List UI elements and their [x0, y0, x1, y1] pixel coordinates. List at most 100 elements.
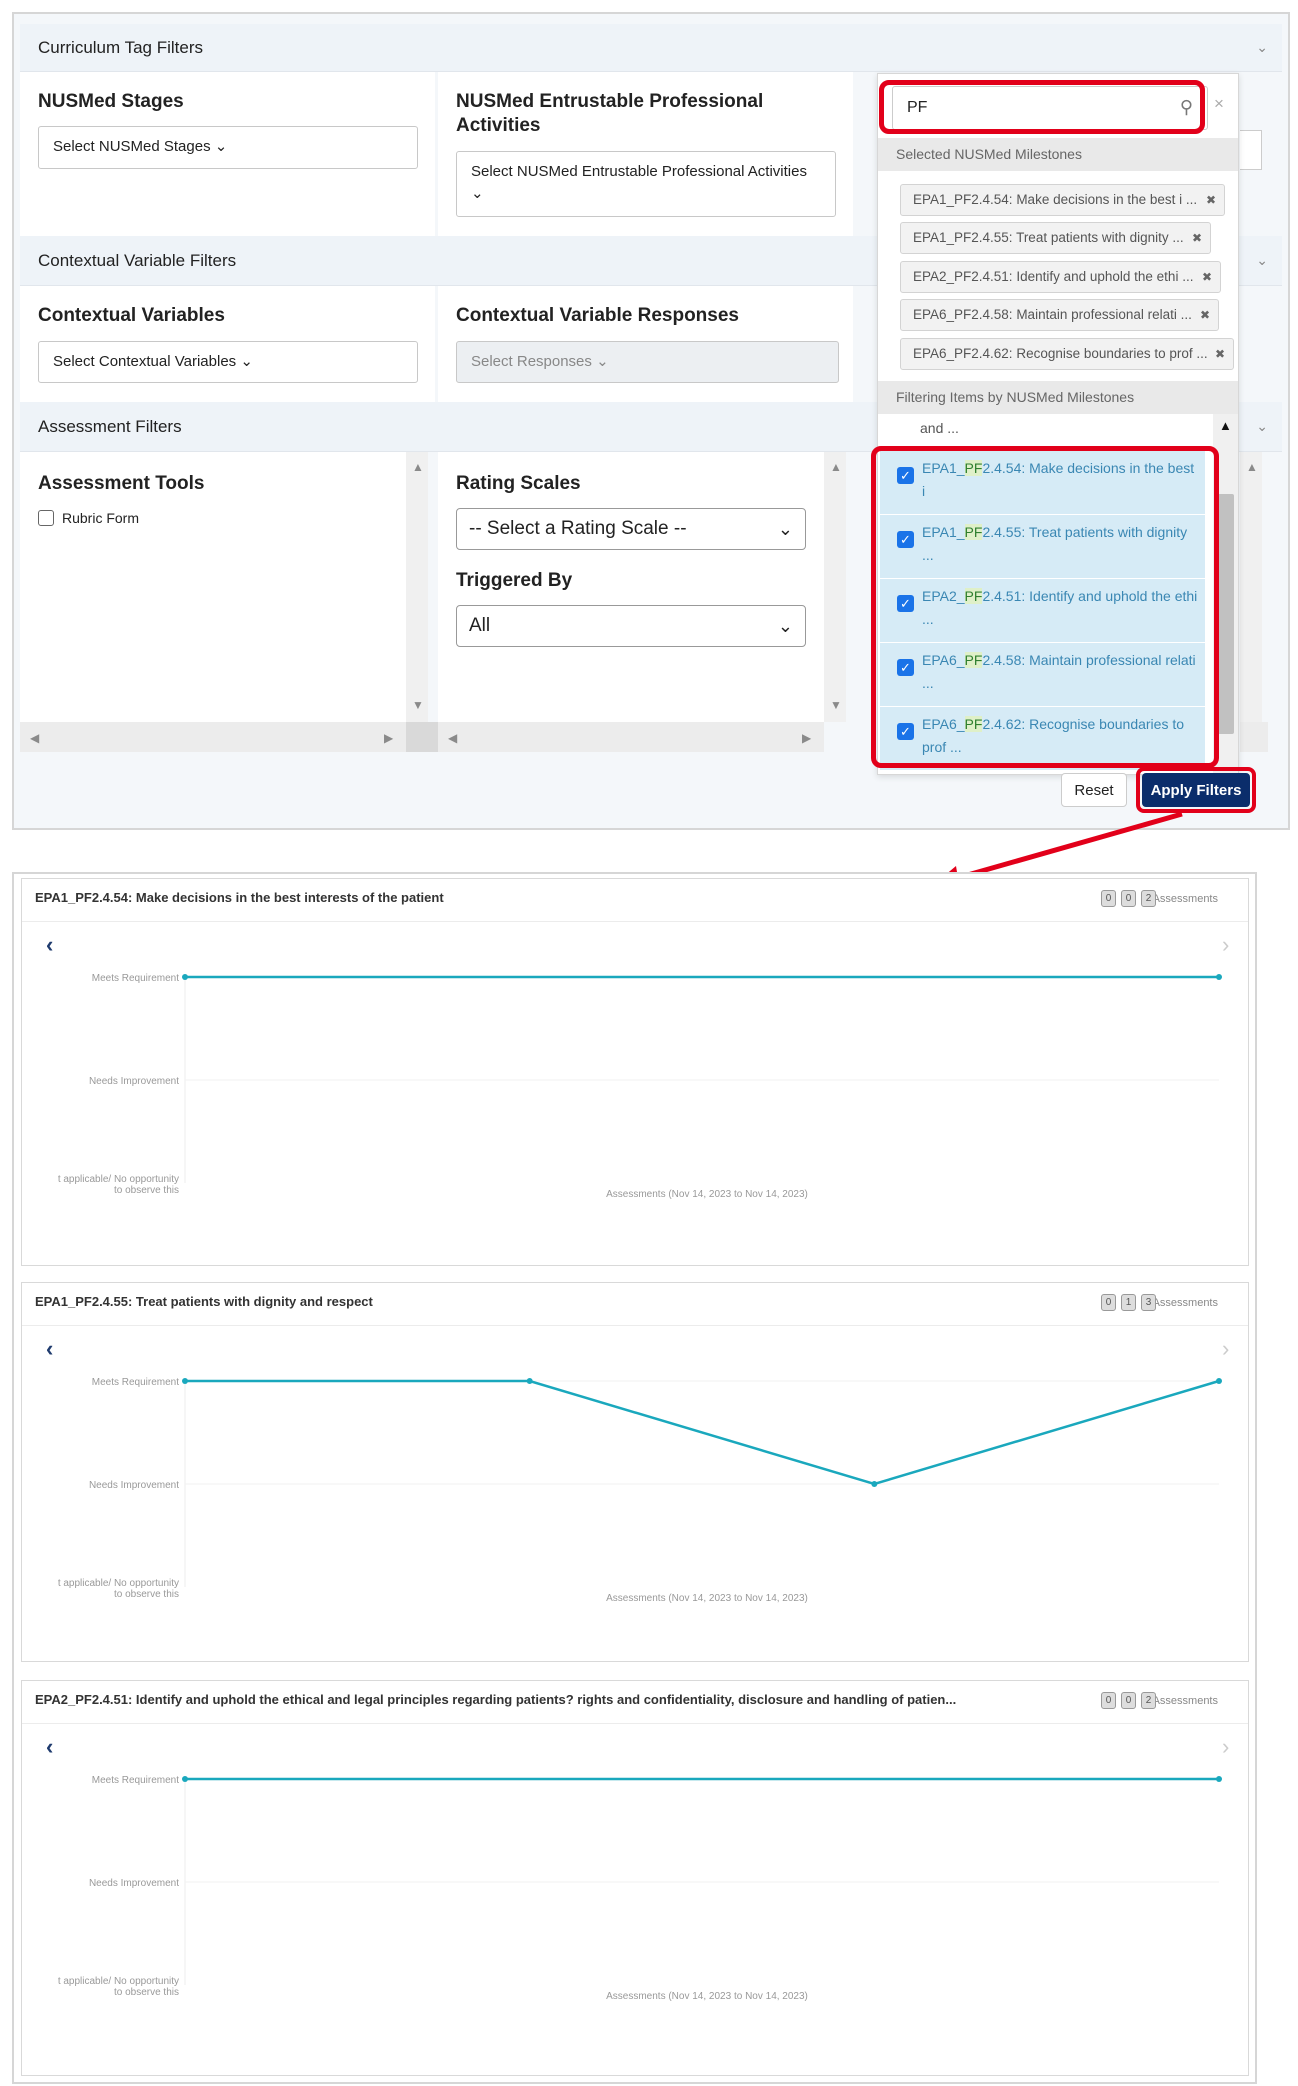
- tag-label: EPA6_PF2.4.62: Recognise boundaries to p…: [913, 346, 1208, 361]
- rating-scale-select[interactable]: -- Select a Rating Scale -- ⌄: [456, 508, 806, 550]
- rating-count-chip: 1: [1121, 1294, 1136, 1311]
- rubric-form-checkbox[interactable]: [38, 510, 54, 526]
- rating-count-chip: 0: [1121, 1692, 1136, 1709]
- chevron-down-icon: ⌄: [777, 518, 793, 539]
- tools-title: Assessment Tools: [38, 473, 205, 494]
- selected-milestone-tag[interactable]: EPA6_PF2.4.58: Maintain professional rel…: [900, 299, 1219, 331]
- y-tick-label: to observe this: [114, 1185, 179, 1196]
- rating-count-chip: 2: [1141, 1692, 1156, 1709]
- milestone-chart-card: EPA1_PF2.4.54: Make decisions in the bes…: [21, 878, 1249, 1266]
- data-point: [526, 1378, 533, 1384]
- scroll-down-icon[interactable]: ▼: [412, 698, 424, 712]
- remove-tag-icon[interactable]: ✖: [1200, 300, 1210, 330]
- rating-count-chip: 3: [1141, 1294, 1156, 1311]
- rating-title: Rating Scales: [456, 473, 581, 494]
- rating-scale-value: -- Select a Rating Scale --: [469, 518, 687, 539]
- scroll-right-icon[interactable]: ▶: [384, 731, 393, 745]
- series-line: [185, 1379, 1220, 1486]
- stages-title: NUSMed Stages: [38, 91, 184, 112]
- triggered-by-select[interactable]: All ⌄: [456, 605, 806, 647]
- x-axis-label: Assessments (Nov 14, 2023 to Nov 14, 202…: [606, 1593, 808, 1604]
- milestone-chart-card: EPA2_PF2.4.51: Identify and uphold the e…: [21, 1680, 1249, 2076]
- data-point: [1216, 1776, 1222, 1782]
- next-icon: ›: [1222, 1734, 1229, 1759]
- rating-count-chip: 2: [1141, 890, 1156, 907]
- section-title: Curriculum Tag Filters: [38, 37, 204, 57]
- x-axis-label: Assessments (Nov 14, 2023 to Nov 14, 202…: [606, 1189, 808, 1200]
- epa-select[interactable]: Select NUSMed Entrustable Professional A…: [456, 151, 836, 217]
- rating-vertical-scrollbar[interactable]: [824, 452, 846, 722]
- selected-milestone-tag[interactable]: EPA2_PF2.4.51: Identify and uphold the e…: [900, 261, 1221, 293]
- chevron-down-icon: ⌄: [777, 615, 793, 636]
- selected-milestone-tag[interactable]: EPA1_PF2.4.55: Treat patients with digni…: [900, 222, 1211, 254]
- rating-horizontal-scrollbar[interactable]: [438, 722, 824, 752]
- cv-title: Contextual Variables: [38, 305, 225, 326]
- scrollbar-thumb[interactable]: [1217, 494, 1234, 734]
- cv-select[interactable]: Select Contextual Variables ⌄: [38, 341, 418, 383]
- next-icon: ›: [1222, 932, 1229, 957]
- scroll-right-icon[interactable]: ▶: [802, 731, 811, 745]
- triggered-title: Triggered By: [456, 570, 573, 591]
- tag-label: EPA6_PF2.4.58: Maintain professional rel…: [913, 307, 1192, 322]
- scroll-up-icon[interactable]: ▲: [1246, 460, 1258, 474]
- tools-vertical-scrollbar[interactable]: [406, 452, 428, 722]
- close-icon[interactable]: ×: [1214, 94, 1224, 114]
- curriculum-tag-filters-header[interactable]: Curriculum Tag Filters ⌄: [20, 24, 1282, 72]
- chevron-down-icon[interactable]: ⌄: [1256, 418, 1268, 435]
- data-point: [182, 1776, 188, 1782]
- milestones-select-edge: [1240, 130, 1262, 170]
- milestones-vertical-scrollbar[interactable]: [1240, 452, 1262, 722]
- y-tick-label: Needs Improvement: [89, 1480, 179, 1491]
- y-tick-label: Needs Improvement: [89, 1076, 179, 1087]
- section-title: Assessment Filters: [38, 416, 182, 436]
- y-tick-label: Meets Requirement: [92, 1377, 179, 1388]
- rating-count-chip: 0: [1101, 1692, 1116, 1709]
- cvr-title: Contextual Variable Responses: [456, 305, 739, 326]
- remove-tag-icon[interactable]: ✖: [1202, 262, 1212, 292]
- scroll-corner: [406, 722, 438, 752]
- scroll-up-icon[interactable]: ▲: [830, 460, 842, 474]
- chevron-down-icon[interactable]: ⌄: [1256, 252, 1268, 269]
- scroll-left-icon[interactable]: ◀: [30, 731, 39, 745]
- selected-milestone-tag[interactable]: EPA6_PF2.4.62: Recognise boundaries to p…: [900, 338, 1234, 370]
- options-highlight-box: [871, 446, 1219, 768]
- scroll-up-icon[interactable]: ▲: [412, 460, 424, 474]
- data-point: [1216, 1378, 1222, 1384]
- filtering-items-header: Filtering Items by NUSMed Milestones: [878, 381, 1238, 414]
- rubric-form-option[interactable]: Rubric Form: [38, 510, 139, 526]
- data-point: [1216, 974, 1222, 980]
- y-tick-label: to observe this: [114, 1589, 179, 1600]
- previous-icon: ‹: [46, 1734, 53, 1759]
- remove-tag-icon[interactable]: ✖: [1192, 223, 1202, 253]
- y-tick-label: Meets Requirement: [92, 1775, 179, 1786]
- scroll-corner: [1240, 722, 1268, 752]
- y-tick-label: Meets Requirement: [92, 973, 179, 984]
- hidden-column-edge: [1240, 24, 1262, 72]
- selected-milestones-header: Selected NUSMed Milestones: [878, 138, 1238, 171]
- epa-title: NUSMed Entrustable Professional Activiti…: [456, 91, 764, 136]
- rating-count-chip: 0: [1121, 890, 1136, 907]
- tag-label: EPA1_PF2.4.54: Make decisions in the bes…: [913, 192, 1198, 207]
- data-point: [182, 974, 188, 980]
- rating-count-chip: 0: [1101, 1294, 1116, 1311]
- stages-select[interactable]: Select NUSMed Stages ⌄: [38, 126, 418, 169]
- milestone-chart-card: EPA1_PF2.4.55: Treat patients with digni…: [21, 1282, 1249, 1662]
- selected-milestone-tag[interactable]: EPA1_PF2.4.54: Make decisions in the bes…: [900, 184, 1225, 216]
- scroll-left-icon[interactable]: ◀: [448, 731, 457, 745]
- line-chart: Meets Requirement Needs Improvement t appl…: [46, 932, 1229, 1200]
- tag-label: EPA1_PF2.4.55: Treat patients with digni…: [913, 230, 1184, 245]
- previous-icon: ‹: [46, 1336, 53, 1361]
- remove-tag-icon[interactable]: ✖: [1215, 339, 1225, 369]
- partial-option[interactable]: and ...: [920, 420, 959, 436]
- search-highlight-box: [879, 80, 1205, 134]
- previous-icon: ‹: [46, 932, 53, 957]
- triggered-by-value: All: [469, 615, 491, 636]
- y-tick-label: to observe this: [114, 1987, 179, 1998]
- tools-horizontal-scrollbar[interactable]: [20, 722, 406, 752]
- remove-tag-icon[interactable]: ✖: [1206, 185, 1216, 215]
- scroll-down-icon[interactable]: ▼: [830, 698, 842, 712]
- x-axis-label: Assessments (Nov 14, 2023 to Nov 14, 202…: [606, 1991, 808, 2002]
- scroll-up-icon[interactable]: ▲: [1219, 418, 1232, 433]
- tag-label: EPA2_PF2.4.51: Identify and uphold the e…: [913, 269, 1194, 284]
- chart-card-title: EPA1_PF2.4.54: Make decisions in the bes…: [35, 890, 444, 905]
